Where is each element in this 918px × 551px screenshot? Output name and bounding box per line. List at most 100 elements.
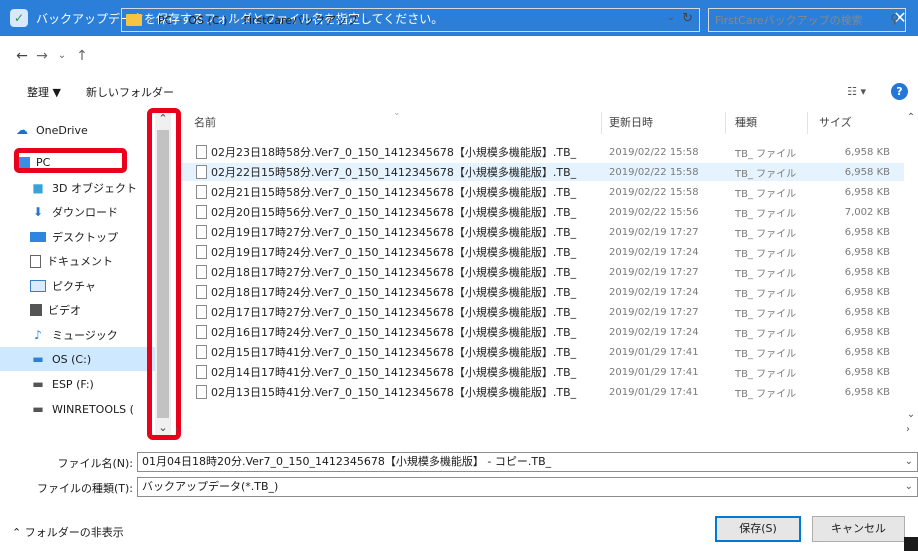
address-bar[interactable]: › PC › OS (C:) › FirstCareバックアップ › ⌄ ↻ xyxy=(121,8,700,32)
save-button[interactable]: 保存(S) xyxy=(715,516,801,542)
file-row[interactable]: 02月17日17時27分.Ver7_0_150_1412345678【小規模多機… xyxy=(181,303,904,321)
file-name: 02月23日18時58分.Ver7_0_150_1412345678【小規模多機… xyxy=(211,146,577,159)
chevron-down-icon[interactable]: ⌄ xyxy=(905,453,913,471)
back-arrow-icon[interactable]: ← xyxy=(12,45,32,67)
breadcrumb-separator-icon[interactable]: › xyxy=(148,15,152,26)
file-row[interactable]: 02月18日17時27分.Ver7_0_150_1412345678【小規模多機… xyxy=(181,263,904,281)
scroll-left-icon[interactable]: ‹ xyxy=(175,424,179,435)
breadcrumb-backup-folder[interactable]: FirstCareバックアップ xyxy=(243,12,358,28)
nav-item-esp-drive[interactable]: ▬ ESP (F:) xyxy=(30,372,94,396)
drive-icon: ▬ xyxy=(32,377,44,391)
breadcrumb-separator-icon[interactable]: › xyxy=(178,15,182,26)
breadcrumb-separator-icon[interactable]: › xyxy=(233,15,237,26)
folder-icon xyxy=(126,14,142,26)
picture-icon xyxy=(30,280,46,292)
nav-item-desktop[interactable]: デスクトップ xyxy=(30,225,118,249)
column-divider[interactable] xyxy=(725,112,726,134)
file-date: 2019/02/22 15:58 xyxy=(609,166,699,178)
file-row[interactable]: 02月19日17時24分.Ver7_0_150_1412345678【小規模多機… xyxy=(181,243,904,261)
column-header-size[interactable]: サイズ xyxy=(819,108,852,138)
navigation-row: ← → ⌄ ↑ xyxy=(0,36,918,76)
nav-item-pictures[interactable]: ピクチャ xyxy=(30,274,96,298)
nav-item-label: ミュージック xyxy=(52,329,118,342)
forward-arrow-icon[interactable]: → xyxy=(32,45,52,67)
file-date: 2019/01/29 17:41 xyxy=(609,366,699,378)
nav-item-documents[interactable]: ドキュメント xyxy=(30,249,113,273)
nav-item-label: ダウンロード xyxy=(52,206,118,219)
file-size: 6,958 KB xyxy=(844,286,890,298)
file-name: 02月18日17時24分.Ver7_0_150_1412345678【小規模多機… xyxy=(211,286,577,299)
horizontal-scrollbar[interactable]: ‹ › xyxy=(171,422,918,438)
file-type: TB_ ファイル xyxy=(735,188,797,200)
file-date: 2019/02/19 17:24 xyxy=(609,326,699,338)
file-row[interactable]: 02月14日17時41分.Ver7_0_150_1412345678【小規模多機… xyxy=(181,363,904,381)
filetype-select[interactable]: バックアップデータ(*.TB_) ⌄ xyxy=(137,477,918,497)
scroll-down-icon[interactable]: ⌄ xyxy=(904,409,918,420)
scroll-right-icon[interactable]: › xyxy=(906,424,910,435)
nav-item-label: ESP (F:) xyxy=(52,377,94,391)
file-date: 2019/02/19 17:24 xyxy=(609,246,699,258)
cancel-button[interactable]: キャンセル xyxy=(812,516,905,542)
hide-folders-toggle[interactable]: ⌃ フォルダーの非表示 xyxy=(12,524,124,540)
organize-button[interactable]: 整理 ▼ xyxy=(27,84,61,100)
nav-item-videos[interactable]: ビデオ xyxy=(30,298,81,322)
nav-item-onedrive[interactable]: ☁ OneDrive xyxy=(14,118,88,142)
file-list: ⌄ 名前 更新日時 種類 サイズ 02月23日18時58分.Ver7_0_150… xyxy=(181,108,904,422)
filename-input[interactable]: 01月04日18時20分.Ver7_0_150_1412345678【小規模多機… xyxy=(137,452,918,472)
nav-item-os-drive[interactable]: ▬ OS (C:) xyxy=(0,347,155,371)
file-name: 02月20日15時56分.Ver7_0_150_1412345678【小規模多機… xyxy=(211,206,577,219)
view-options-icon[interactable]: ☷ ▾ xyxy=(847,85,866,98)
file-name: 02月21日15時58分.Ver7_0_150_1412345678【小規模多機… xyxy=(211,186,577,199)
nav-item-music[interactable]: ♪ ミュージック xyxy=(30,323,118,347)
address-dropdown-icon[interactable]: ⌄ xyxy=(667,12,675,23)
column-header-name[interactable]: 名前 xyxy=(194,108,216,138)
breadcrumb-os-drive[interactable]: OS (C:) xyxy=(188,14,227,27)
music-note-icon: ♪ xyxy=(34,328,42,342)
file-type: TB_ ファイル xyxy=(735,148,797,160)
chevron-down-icon[interactable]: ⌄ xyxy=(905,478,913,496)
file-row[interactable]: 02月21日15時58分.Ver7_0_150_1412345678【小規模多機… xyxy=(181,183,904,201)
new-folder-button[interactable]: 新しいフォルダー xyxy=(86,84,174,100)
column-divider[interactable] xyxy=(601,112,602,134)
command-toolbar: 整理 ▼ 新しいフォルダー ☷ ▾ ? xyxy=(0,76,918,108)
column-header-type[interactable]: 種類 xyxy=(735,108,757,138)
file-row[interactable]: 02月13日15時41分.Ver7_0_150_1412345678【小規模多機… xyxy=(181,383,904,401)
sort-indicator-icon: ⌄ xyxy=(393,108,401,118)
resize-grip[interactable] xyxy=(904,537,918,551)
recent-locations-chevron-icon[interactable]: ⌄ xyxy=(52,45,72,67)
file-size: 6,958 KB xyxy=(844,386,890,398)
search-box[interactable]: FirstCareバックアップの検索 ⚲ xyxy=(708,8,906,32)
nav-item-winretools-drive[interactable]: ▬ WINRETOOLS ( xyxy=(30,397,134,421)
help-icon[interactable]: ? xyxy=(891,83,908,100)
breadcrumb-separator-icon[interactable]: › xyxy=(364,15,368,26)
file-row[interactable]: 02月16日17時24分.Ver7_0_150_1412345678【小規模多機… xyxy=(181,323,904,341)
column-divider[interactable] xyxy=(807,112,808,134)
file-row[interactable]: 02月18日17時24分.Ver7_0_150_1412345678【小規模多機… xyxy=(181,283,904,301)
file-list-scrollbar[interactable]: ⌃ ⌄ xyxy=(904,108,918,422)
file-name: 02月19日17時24分.Ver7_0_150_1412345678【小規模多機… xyxy=(211,246,577,259)
file-row[interactable]: 02月22日15時58分.Ver7_0_150_1412345678【小規模多機… xyxy=(181,163,904,181)
nav-item-3d-objects[interactable]: ■ 3D オブジェクト xyxy=(30,176,137,200)
file-name: 02月15日17時41分.Ver7_0_150_1412345678【小規模多機… xyxy=(211,346,577,359)
file-row[interactable]: 02月23日18時58分.Ver7_0_150_1412345678【小規模多機… xyxy=(181,143,904,161)
video-icon xyxy=(30,304,42,316)
file-row[interactable]: 02月20日15時56分.Ver7_0_150_1412345678【小規模多機… xyxy=(181,203,904,221)
drive-icon: ▬ xyxy=(32,402,44,416)
scroll-up-icon[interactable]: ⌃ xyxy=(904,112,918,123)
nav-item-downloads[interactable]: ⬇ ダウンロード xyxy=(30,200,118,224)
file-size: 6,958 KB xyxy=(844,186,890,198)
file-type: TB_ ファイル xyxy=(735,388,797,400)
column-header-date[interactable]: 更新日時 xyxy=(609,108,653,138)
refresh-icon[interactable]: ↻ xyxy=(682,11,693,26)
file-row[interactable]: 02月19日17時27分.Ver7_0_150_1412345678【小規模多機… xyxy=(181,223,904,241)
breadcrumb-pc[interactable]: PC xyxy=(158,14,172,27)
file-icon xyxy=(196,285,207,299)
file-row[interactable]: 02月15日17時41分.Ver7_0_150_1412345678【小規模多機… xyxy=(181,343,904,361)
up-arrow-icon[interactable]: ↑ xyxy=(72,45,92,67)
file-icon xyxy=(196,305,207,319)
file-date: 2019/02/19 17:27 xyxy=(609,266,699,278)
nav-item-label: ピクチャ xyxy=(52,280,96,293)
file-icon xyxy=(196,145,207,159)
app-icon: ✓ xyxy=(10,9,28,27)
search-icon[interactable]: ⚲ xyxy=(890,12,899,26)
